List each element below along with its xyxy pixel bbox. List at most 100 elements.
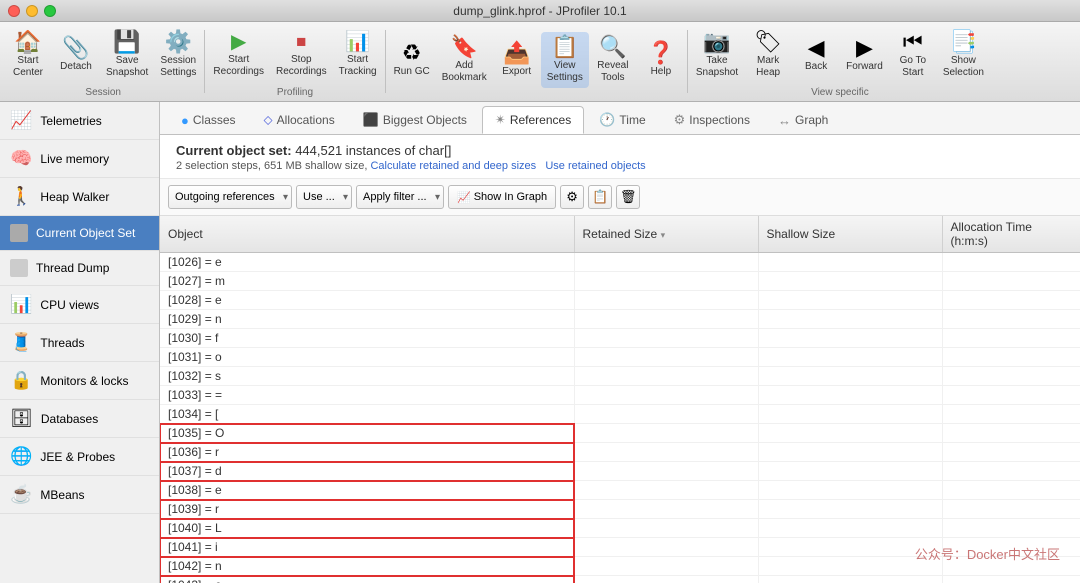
- mark-heap-button[interactable]: 🏷 MarkHeap: [744, 27, 792, 83]
- sidebar-item-label: CPU views: [40, 298, 99, 312]
- cell-alloc: [942, 367, 1080, 386]
- col-alloc-header[interactable]: Allocation Time (h:m:s): [942, 216, 1080, 253]
- table-row[interactable]: [1036] = r: [160, 443, 1080, 462]
- sidebar-item-jee-probes[interactable]: 🌐 JEE & Probes: [0, 438, 159, 476]
- tab-inspections[interactable]: ⚙ Inspections: [661, 106, 763, 134]
- table-row[interactable]: [1037] = d: [160, 462, 1080, 481]
- cell-alloc: [942, 348, 1080, 367]
- session-settings-button[interactable]: ⚙️ SessionSettings: [154, 27, 202, 83]
- cell-shallow: [758, 405, 942, 424]
- object-table-container[interactable]: Object Retained Size ▾ Shallow Size Allo…: [160, 216, 1080, 583]
- tab-graph[interactable]: ↔ Graph: [765, 106, 841, 134]
- export-icon-button[interactable]: 📋: [588, 185, 612, 209]
- sidebar-item-cpu-views[interactable]: 📊 CPU views: [0, 286, 159, 324]
- table-row[interactable]: [1040] = L: [160, 519, 1080, 538]
- cell-alloc: [942, 424, 1080, 443]
- add-bookmark-button[interactable]: 🔖 AddBookmark: [436, 32, 493, 88]
- sidebar-item-databases[interactable]: 🗄 Databases: [0, 400, 159, 438]
- detach-button[interactable]: 📎 Detach: [52, 33, 100, 77]
- session-section-label: Session: [4, 87, 202, 101]
- session-settings-icon: ⚙️: [165, 31, 192, 53]
- calculate-retained-link[interactable]: Calculate retained and deep sizes: [370, 160, 536, 172]
- table-row[interactable]: [1033] = =: [160, 386, 1080, 405]
- tab-biggest-objects[interactable]: ⬛ Biggest Objects: [350, 106, 480, 134]
- table-row[interactable]: [1028] = e: [160, 291, 1080, 310]
- start-tracking-button[interactable]: 📊 StartTracking: [333, 28, 383, 82]
- reference-type-select[interactable]: Outgoing references: [168, 185, 292, 209]
- settings-icon-button[interactable]: ⚙: [560, 185, 584, 209]
- start-recordings-button[interactable]: ▶ StartRecordings: [207, 28, 270, 82]
- jee-probes-icon: 🌐: [10, 446, 32, 467]
- current-object-value: 444,521 instances of char[]: [295, 143, 451, 158]
- tab-classes[interactable]: ● Classes: [168, 106, 249, 134]
- show-in-graph-button[interactable]: 📈 Show In Graph: [448, 185, 556, 209]
- table-row[interactable]: [1041] = i: [160, 538, 1080, 557]
- reveal-tools-button[interactable]: 🔍 RevealTools: [589, 32, 637, 88]
- sidebar-item-mbeans[interactable]: ☕ MBeans: [0, 476, 159, 514]
- cell-retained: [574, 367, 758, 386]
- window-title: dump_glink.hprof - JProfiler 10.1: [453, 4, 626, 18]
- table-row[interactable]: [1031] = o: [160, 348, 1080, 367]
- cell-alloc: [942, 500, 1080, 519]
- help-button[interactable]: ❓ Help: [637, 38, 685, 82]
- col-shallow-header[interactable]: Shallow Size: [758, 216, 942, 253]
- cell-object: [1037] = d: [160, 462, 574, 481]
- back-button[interactable]: ◀ Back: [792, 33, 840, 77]
- go-to-start-button[interactable]: ⏮ Go ToStart: [889, 27, 937, 83]
- take-snapshot-button[interactable]: 📷 TakeSnapshot: [690, 27, 744, 83]
- tab-time[interactable]: 🕐 Time: [586, 106, 658, 134]
- forward-button[interactable]: ▶ Forward: [840, 33, 889, 77]
- stop-recordings-icon: ⏹: [296, 32, 306, 52]
- table-row[interactable]: [1032] = s: [160, 367, 1080, 386]
- start-center-button[interactable]: 🏠 StartCenter: [4, 27, 52, 83]
- col-retained-header[interactable]: Retained Size ▾: [574, 216, 758, 253]
- view-settings-button[interactable]: 📋 ViewSettings: [541, 32, 589, 88]
- close-button[interactable]: [8, 5, 20, 17]
- export-button[interactable]: 📤 Export: [493, 38, 541, 82]
- cell-retained: [574, 576, 758, 583]
- cell-object: [1033] = =: [160, 386, 574, 405]
- delete-icon-button[interactable]: 🗑: [616, 185, 640, 209]
- minimize-button[interactable]: [26, 5, 38, 17]
- cell-retained: [574, 443, 758, 462]
- sidebar-item-live-memory[interactable]: 🧠 Live memory: [0, 140, 159, 178]
- table-row[interactable]: [1026] = e: [160, 253, 1080, 272]
- start-center-icon: 🏠: [14, 31, 41, 53]
- sidebar-item-monitors-locks[interactable]: 🔒 Monitors & locks: [0, 362, 159, 400]
- use-retained-link[interactable]: Use retained objects: [545, 160, 645, 172]
- save-snapshot-button[interactable]: 💾 SaveSnapshot: [100, 27, 154, 83]
- table-row[interactable]: [1035] = O: [160, 424, 1080, 443]
- settings-icon: ⚙: [566, 189, 578, 205]
- tab-references[interactable]: ✴ References: [482, 106, 584, 134]
- sidebar-item-telemetries[interactable]: 📈 Telemetries: [0, 102, 159, 140]
- table-row[interactable]: [1038] = e: [160, 481, 1080, 500]
- save-snapshot-icon: 💾: [113, 31, 140, 53]
- table-row[interactable]: [1043] = e: [160, 576, 1080, 583]
- cell-shallow: [758, 348, 942, 367]
- table-row[interactable]: [1042] = n: [160, 557, 1080, 576]
- maximize-button[interactable]: [44, 5, 56, 17]
- sidebar-item-label: Thread Dump: [36, 261, 109, 275]
- inspections-tab-icon: ⚙: [674, 112, 686, 128]
- sidebar-item-label: Telemetries: [40, 114, 101, 128]
- sidebar-item-current-object-set[interactable]: Current Object Set: [0, 216, 159, 251]
- table-row[interactable]: [1034] = [: [160, 405, 1080, 424]
- stop-recordings-button[interactable]: ⏹ StopRecordings: [270, 28, 333, 82]
- use-select[interactable]: Use ...: [296, 185, 352, 209]
- show-selection-button[interactable]: 📑 ShowSelection: [937, 27, 990, 83]
- table-row[interactable]: [1029] = n: [160, 310, 1080, 329]
- table-row[interactable]: [1030] = f: [160, 329, 1080, 348]
- tab-allocations[interactable]: ⬦ Allocations: [251, 106, 348, 134]
- toolbar: 🏠 StartCenter 📎 Detach 💾 SaveSnapshot ⚙️…: [0, 22, 1080, 102]
- run-gc-button[interactable]: ♻ Run GC: [388, 38, 436, 82]
- table-row[interactable]: [1039] = r: [160, 500, 1080, 519]
- sidebar-item-thread-dump[interactable]: Thread Dump: [0, 251, 159, 286]
- sidebar-item-heap-walker[interactable]: 🚶 Heap Walker: [0, 178, 159, 216]
- col-object-header[interactable]: Object: [160, 216, 574, 253]
- cell-shallow: [758, 481, 942, 500]
- run-gc-icon: ♻: [402, 42, 422, 64]
- table-row[interactable]: [1027] = m: [160, 272, 1080, 291]
- sidebar-item-threads[interactable]: 🧵 Threads: [0, 324, 159, 362]
- apply-filter-select[interactable]: Apply filter ...: [356, 185, 444, 209]
- cell-shallow: [758, 367, 942, 386]
